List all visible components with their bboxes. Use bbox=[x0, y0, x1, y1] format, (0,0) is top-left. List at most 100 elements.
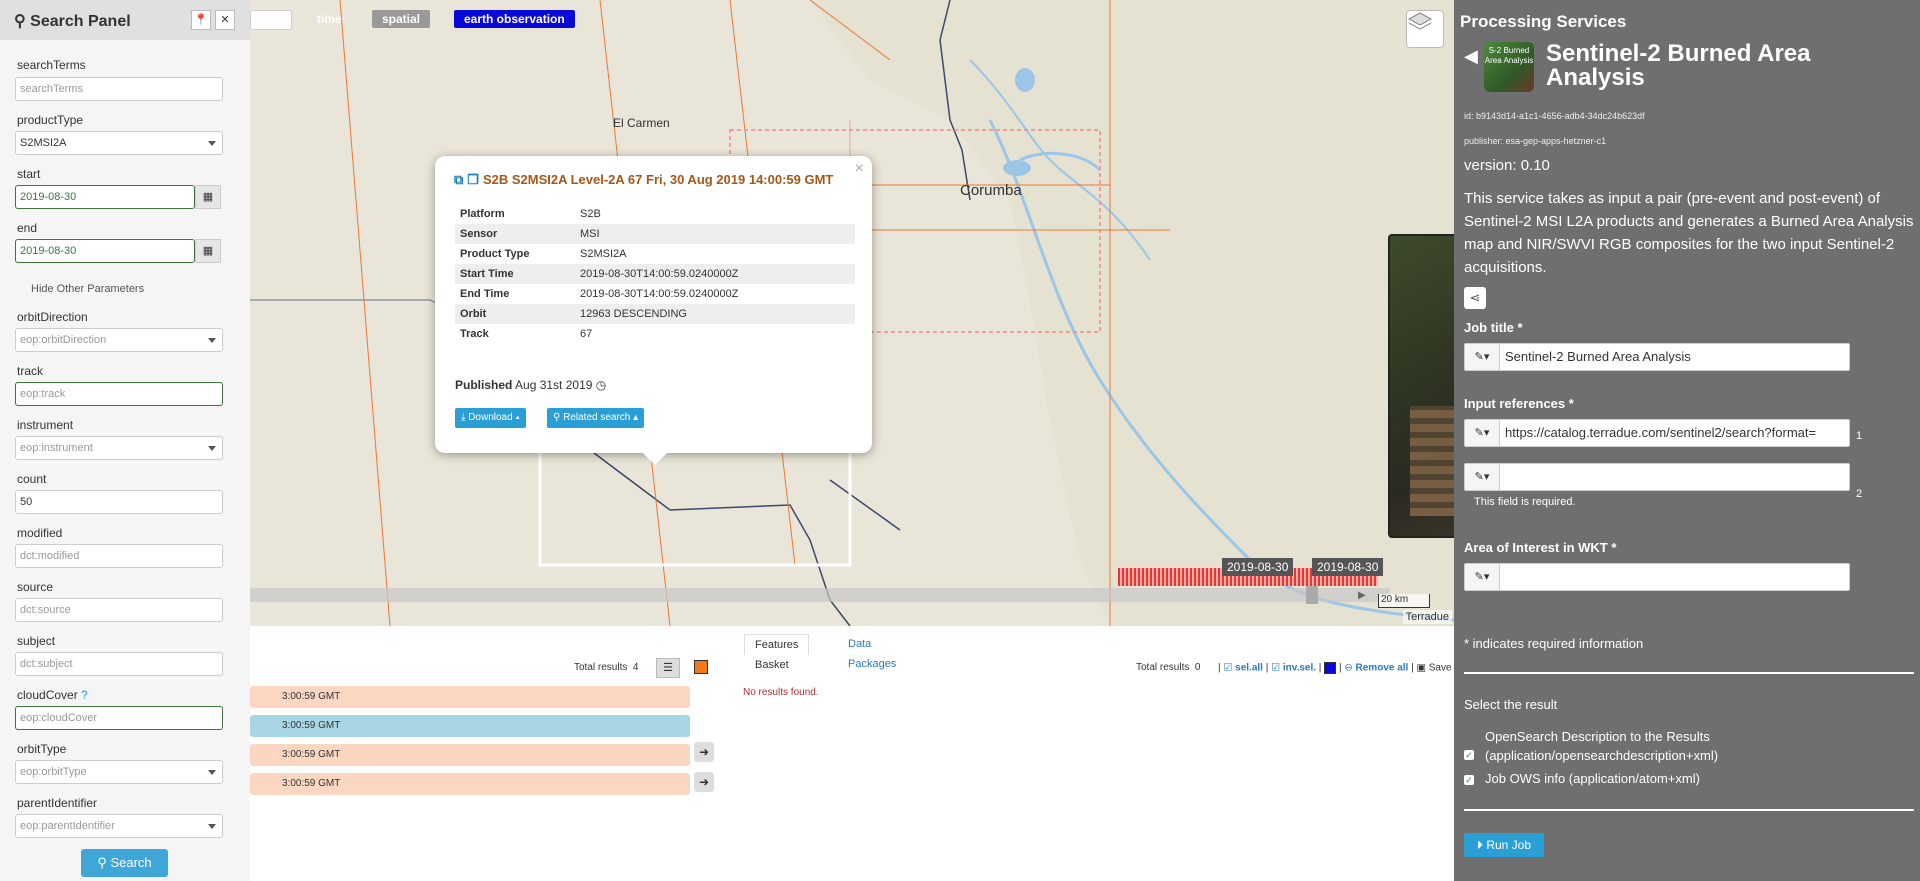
input-reference-field[interactable]: ✎▾ bbox=[1464, 463, 1850, 491]
parent-identifier-select[interactable]: eop:parentIdentifier bbox=[15, 814, 223, 838]
published-label: Published bbox=[455, 378, 513, 392]
save-button[interactable]: ▣ Save bbox=[1416, 663, 1451, 674]
color-swatch[interactable] bbox=[1324, 662, 1337, 674]
table-row: Start Time 2019-08-30T14:00:59.0240000Z bbox=[455, 264, 855, 284]
service-publisher: publisher: esa-gep-apps-hetzner-c1 bbox=[1464, 136, 1607, 146]
arrow-right-icon[interactable]: ➜ bbox=[694, 772, 714, 792]
popup-title[interactable]: ⧉ ❐ S2B S2MSI2A Level-2A 67 Fri, 30 Aug 20… bbox=[454, 172, 866, 188]
result-row[interactable]: 3:00:59 GMT bbox=[250, 773, 690, 795]
divider bbox=[1464, 672, 1914, 674]
external-link-icon[interactable]: ⧉ bbox=[454, 172, 463, 187]
search-panel-header: ⚲ Search Panel 📍 ✕ bbox=[0, 0, 250, 40]
product-metadata-table: Platform S2B Sensor MSI Product Type S2MSI2… bbox=[455, 204, 855, 344]
layers-button[interactable] bbox=[1406, 10, 1444, 48]
chevron-down-icon bbox=[208, 446, 216, 451]
tag-spatial[interactable]: spatial bbox=[372, 10, 431, 28]
download-icon: ⤓ bbox=[461, 412, 466, 423]
field-label: subject bbox=[17, 634, 56, 648]
share-icon[interactable]: ⋖ bbox=[1464, 287, 1486, 309]
calendar-icon[interactable]: ▦ bbox=[195, 185, 221, 209]
opensearch-checkbox[interactable]: ✓ bbox=[1464, 750, 1474, 760]
magic-wand-icon[interactable]: ✎▾ bbox=[1465, 420, 1500, 446]
close-icon[interactable]: ✕ bbox=[215, 10, 235, 30]
map-attribution[interactable]: Terradue bbox=[1402, 610, 1452, 624]
field-label: modified bbox=[17, 526, 63, 540]
orbit-direction-select[interactable]: eop:orbitDirection bbox=[15, 328, 223, 352]
chevron-down-icon bbox=[208, 141, 216, 146]
orbit-type-select[interactable]: eop:orbitType bbox=[15, 760, 223, 784]
back-icon[interactable]: ◀ bbox=[1464, 46, 1478, 67]
search-panel-title: ⚲ Search Panel bbox=[14, 13, 131, 30]
table-row: Platform S2B bbox=[460, 208, 601, 220]
job-title-label: Job title * bbox=[1464, 320, 1523, 335]
field-label: orbitDirection bbox=[17, 310, 88, 324]
timeline-bar[interactable] bbox=[250, 588, 1390, 602]
help-icon[interactable]: ? bbox=[81, 688, 88, 702]
tab-features-basket[interactable]: Features Basket bbox=[744, 634, 810, 671]
download-button[interactable]: ⤓ Download ▴ bbox=[455, 408, 526, 428]
tab-data-packages[interactable]: Data Packages bbox=[838, 634, 906, 670]
field-label: count bbox=[17, 472, 47, 486]
field-label: cloudCover ? bbox=[17, 688, 88, 702]
tag-time[interactable]: time bbox=[307, 10, 352, 28]
list-view-icon[interactable]: ☰ bbox=[656, 658, 680, 678]
invert-selection-button[interactable]: ☑ inv.sel. bbox=[1271, 663, 1316, 674]
track-input[interactable]: eop:track bbox=[15, 382, 223, 406]
select-all-button[interactable]: ☑ sel.all bbox=[1223, 663, 1263, 674]
results-area: Total results 4 ☰ 3:00:59 GMT 3:00:59 GM… bbox=[250, 626, 1454, 881]
tag-earth-observation[interactable]: earth observation bbox=[454, 10, 575, 28]
copy-icon[interactable]: ❐ bbox=[467, 172, 479, 187]
pin-icon[interactable]: 📍 bbox=[191, 10, 211, 30]
input-reference-field[interactable]: ✎▾ https://catalog.terradue.com/sentinel… bbox=[1464, 419, 1850, 447]
layers-icon bbox=[1407, 12, 1433, 30]
modified-input[interactable]: dct:modified bbox=[15, 544, 223, 568]
result-row[interactable]: 3:00:59 GMT bbox=[250, 744, 690, 766]
field-label: parentIdentifier bbox=[17, 796, 98, 810]
select-result-label: Select the result bbox=[1464, 697, 1558, 712]
magic-wand-icon[interactable]: ✎▾ bbox=[1465, 344, 1500, 370]
count-input[interactable]: 50 bbox=[15, 490, 223, 514]
color-swatch[interactable] bbox=[694, 660, 708, 674]
chevron-down-icon bbox=[208, 770, 216, 775]
remove-all-button[interactable]: ⊖ Remove all bbox=[1344, 663, 1408, 674]
arrow-right-icon[interactable]: ➜ bbox=[694, 742, 714, 762]
source-input[interactable]: dct:source bbox=[15, 598, 223, 622]
timeline-handle[interactable] bbox=[1306, 586, 1318, 604]
result-row[interactable]: 3:00:59 GMT bbox=[250, 715, 690, 737]
aoi-input[interactable]: ✎▾ bbox=[1464, 563, 1850, 591]
instrument-select[interactable]: eop:instrument bbox=[15, 436, 223, 460]
no-results-message: No results found. bbox=[743, 687, 819, 698]
tag-blank[interactable] bbox=[250, 10, 292, 30]
search-icon: ⚲ bbox=[553, 412, 561, 423]
popup-title-text: S2B S2MSI2A Level-2A 67 Fri, 30 Aug 2019… bbox=[482, 172, 834, 187]
job-title-input[interactable]: ✎▾ Sentinel-2 Burned Area Analysis bbox=[1464, 343, 1850, 371]
published-date: Aug 31st 2019 bbox=[515, 378, 593, 392]
field-label: instrument bbox=[17, 418, 74, 432]
service-icon: S-2 Burned Area Analysis bbox=[1484, 42, 1534, 92]
search-button[interactable]: ⚲ Search bbox=[81, 849, 168, 877]
run-job-button[interactable]: ⏵ Run Job bbox=[1464, 833, 1544, 857]
timeline-play-icon[interactable]: ▶ bbox=[1358, 590, 1366, 601]
published-info: Published Aug 31st 2019 ◷ bbox=[455, 378, 606, 392]
magic-wand-icon[interactable]: ✎▾ bbox=[1465, 464, 1500, 490]
aoi-label: Area of Interest in WKT * bbox=[1464, 540, 1617, 555]
product-type-select[interactable]: S2MSI2A bbox=[15, 131, 223, 155]
divider bbox=[1464, 809, 1914, 811]
end-date-input[interactable]: 2019-08-30 bbox=[15, 239, 195, 263]
chevron-down-icon bbox=[208, 338, 216, 343]
subject-input[interactable]: dct:subject bbox=[15, 652, 223, 676]
field-index: 1 bbox=[1856, 430, 1863, 442]
service-id: id: b9143d14-a1c1-4656-adb4-34dc24b623df bbox=[1464, 111, 1645, 121]
place-label: Corumba bbox=[960, 182, 1022, 199]
related-search-button[interactable]: ⚲ Related search ▴ bbox=[547, 408, 645, 428]
search-terms-input[interactable]: searchTerms bbox=[15, 77, 223, 101]
result-row[interactable]: 3:00:59 GMT bbox=[250, 686, 690, 708]
magic-wand-icon[interactable]: ✎▾ bbox=[1465, 564, 1500, 590]
cloud-cover-input[interactable]: eop:cloudCover bbox=[15, 706, 223, 730]
job-ows-checkbox[interactable]: ✓ bbox=[1464, 775, 1474, 785]
start-date-input[interactable]: 2019-08-30 bbox=[15, 185, 195, 209]
basket-toolbar: | ☑ sel.all | ☑ inv.sel. | | ⊖ Remove al… bbox=[1218, 662, 1452, 674]
calendar-icon[interactable]: ▦ bbox=[195, 239, 221, 263]
hide-parameters-link[interactable]: Hide Other Parameters bbox=[31, 283, 144, 295]
timeline-date: 2019-08-30 bbox=[1222, 558, 1294, 576]
